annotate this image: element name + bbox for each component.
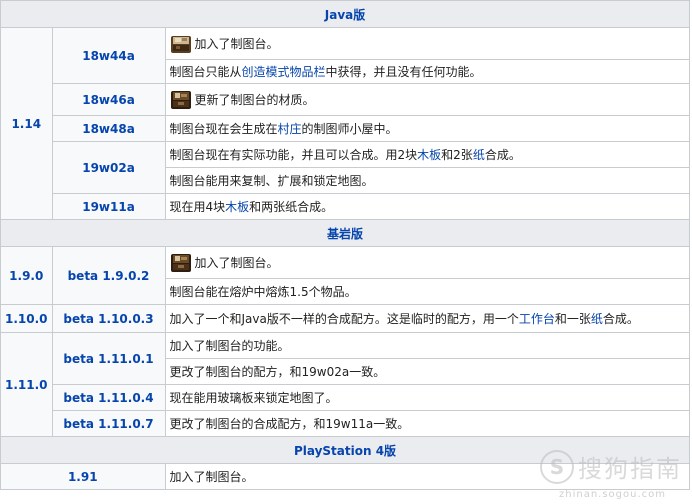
text-pre: 制图台只能从	[169, 65, 242, 79]
cartography-table-new-icon	[170, 253, 191, 272]
link-crafting-table[interactable]: 工作台	[519, 312, 555, 326]
sogou-logo-icon: S	[540, 449, 574, 484]
row-18w46a: 更新了制图台的材质。	[164, 83, 691, 116]
version-1-9-0[interactable]: 1.9.0	[0, 246, 53, 305]
added-text: 加入了制图台。	[194, 256, 279, 270]
text-pre: 现在用4块	[169, 200, 226, 214]
link-planks[interactable]: 木板	[417, 148, 441, 162]
version-18w46a[interactable]: 18w46a	[51, 83, 166, 116]
row-18w44a-added: 加入了制图台。	[164, 27, 691, 60]
row-18w44a-creative-only: 制图台只能从创造模式物品栏中获得，并且没有任何功能。	[164, 59, 691, 84]
version-18w44a[interactable]: 18w44a	[51, 27, 166, 84]
version-1-10-0[interactable]: 1.10.0	[0, 304, 53, 333]
row-beta-1-10-0-3: 加入了一个和Java版不一样的合成配方。这是临时的配方，用一个工作台和一张纸合成…	[164, 304, 691, 333]
text-post: 合成。	[484, 148, 521, 162]
row-beta-1-11-0-1-recipe: 更改了制图台的配方，和19w02a一致。	[164, 358, 691, 385]
link-creative-inventory[interactable]: 创造模式物品栏	[242, 65, 326, 79]
text-post: 中获得，并且没有任何功能。	[325, 65, 482, 79]
text-post: 和两张纸合成。	[249, 200, 334, 214]
added-text: 加入了制图台。	[194, 37, 279, 51]
row-beta-1-11-0-1-function: 加入了制图台的功能。	[164, 332, 691, 359]
link-paper[interactable]: 纸	[473, 148, 485, 162]
row-beta-1-9-0-2-added: 加入了制图台。	[164, 246, 691, 279]
watermark: S 搜狗指南	[540, 449, 682, 484]
link-village[interactable]: 村庄	[278, 122, 302, 136]
link-planks-2[interactable]: 木板	[225, 200, 249, 214]
link-paper-2[interactable]: 纸	[591, 312, 603, 326]
section-bedrock[interactable]: 基岩版	[0, 219, 690, 247]
row-beta-1-11-0-7: 更改了制图台的合成配方，和19w11a一致。	[164, 410, 691, 437]
updated-texture-text: 更新了制图台的材质。	[194, 93, 315, 107]
version-beta-1-11-0-4[interactable]: beta 1.11.0.4	[51, 384, 166, 411]
text-pre: 制图台现在会生成在	[169, 122, 278, 136]
version-1-11-0[interactable]: 1.11.0	[0, 332, 53, 437]
section-java[interactable]: Java版	[0, 0, 690, 28]
text-pre: 加入了一个和Java版不一样的合成配方。这是临时的配方，用一个	[169, 312, 519, 326]
version-beta-1-11-0-1[interactable]: beta 1.11.0.1	[51, 332, 166, 385]
history-table: Java版 1.14 18w44a 加入了制图台。 制图台只能从创造模式物品栏中…	[0, 0, 691, 490]
row-18w48a: 制图台现在会生成在村庄的制图师小屋中。	[164, 115, 691, 142]
watermark-url: zhinan.sogou.com	[558, 489, 666, 500]
text-post: 合成。	[602, 312, 639, 326]
row-19w02a-maps: 制图台能用来复制、扩展和锁定地图。	[164, 167, 691, 194]
version-1-91[interactable]: 1.91	[0, 463, 166, 490]
row-beta-1-11-0-4: 现在能用玻璃板来锁定地图了。	[164, 384, 691, 411]
cartography-table-icon	[170, 35, 191, 53]
version-19w02a[interactable]: 19w02a	[51, 141, 166, 194]
version-beta-1-11-0-7[interactable]: beta 1.11.0.7	[51, 410, 166, 437]
version-1-14[interactable]: 1.14	[0, 27, 53, 220]
text-post: 的制图师小屋中。	[301, 122, 398, 136]
row-19w11a: 现在用4块木板和两张纸合成。	[164, 193, 691, 220]
version-beta-1-9-0-2[interactable]: beta 1.9.0.2	[51, 246, 166, 305]
text-mid: 和一张	[554, 312, 591, 326]
row-beta-1-9-0-2-smelt: 制图台能在熔炉中熔炼1.5个物品。	[164, 278, 691, 305]
text-pre: 制图台现在有实际功能，并且可以合成。用2块	[169, 148, 418, 162]
text-mid: 和2张	[441, 148, 473, 162]
version-18w48a[interactable]: 18w48a	[51, 115, 166, 142]
version-beta-1-10-0-3[interactable]: beta 1.10.0.3	[51, 304, 166, 333]
history-page: { "sections": { "java": "Java版", "bedroc…	[0, 0, 692, 504]
watermark-text: 搜狗指南	[578, 455, 682, 483]
version-19w11a[interactable]: 19w11a	[51, 193, 166, 220]
cartography-table-new-icon	[170, 90, 191, 109]
row-19w02a-craftable: 制图台现在有实际功能，并且可以合成。用2块木板和2张纸合成。	[164, 141, 691, 168]
